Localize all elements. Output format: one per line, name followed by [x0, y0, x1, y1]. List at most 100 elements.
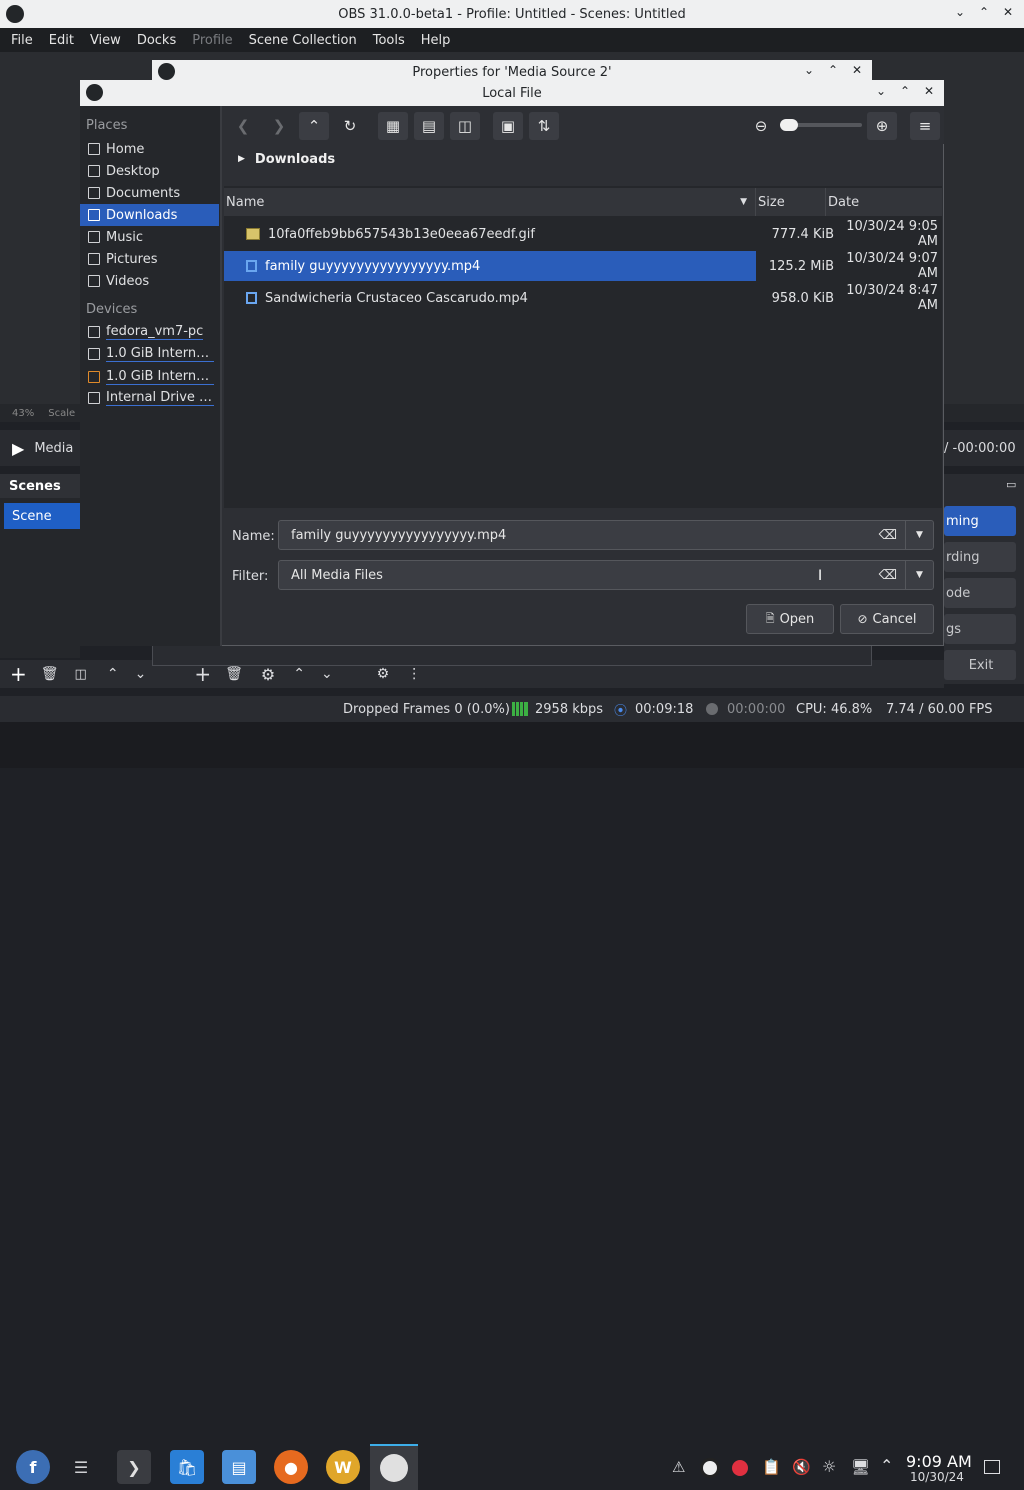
move-down-icon[interactable]: ⌄ — [135, 666, 147, 682]
source-up-icon[interactable]: ⌃ — [293, 666, 305, 682]
clock-date[interactable]: 10/30/24 — [910, 1470, 964, 1484]
menu-docks[interactable]: Docks — [126, 33, 181, 48]
breadcrumb[interactable]: ▶ Downloads — [222, 146, 944, 172]
wps-office-icon[interactable]: W — [326, 1450, 360, 1484]
name-column-header[interactable]: Name ▼ — [224, 188, 756, 216]
minimize-icon[interactable]: ⌄ — [876, 84, 886, 98]
obs-tray-icon[interactable] — [700, 1458, 720, 1478]
zoom-out-icon[interactable]: ⊖ — [746, 112, 776, 140]
minimize-icon[interactable]: ⌄ — [804, 63, 814, 77]
source-settings-icon[interactable]: ⚙ — [261, 665, 275, 684]
clock-time[interactable]: 9:09 AM — [906, 1452, 972, 1471]
play-icon[interactable]: ▶ — [12, 439, 24, 458]
file-row-selected[interactable]: family guyyyyyyyyyyyyyyyy.mp4 125.2 MiB … — [224, 251, 942, 281]
clear-icon[interactable]: ⌫ — [879, 528, 897, 543]
show-hidden-tray-icon[interactable]: ⌃ — [880, 1456, 893, 1475]
undock-icon[interactable]: ▭ — [1006, 478, 1016, 491]
menu-profile[interactable]: Profile — [181, 33, 237, 48]
start-recording-button[interactable]: rding — [944, 542, 1016, 572]
forward-icon[interactable]: ❯ — [264, 112, 294, 140]
start-streaming-button[interactable]: ming — [944, 506, 1016, 536]
cancel-button[interactable]: ⊘ Cancel — [840, 604, 934, 634]
dropdown-arrow-icon[interactable]: ▼ — [905, 521, 933, 549]
close-icon[interactable]: ✕ — [924, 84, 934, 98]
filename-input[interactable]: family guyyyyyyyyyyyyyyyy.mp4 ⌫ ▼ — [278, 520, 934, 550]
reload-icon[interactable]: ↻ — [335, 112, 365, 140]
sort-icon[interactable]: ⇅ — [529, 112, 559, 140]
device-internal-2[interactable]: 1.0 GiB Internal ... — [80, 366, 219, 388]
close-icon[interactable]: ✕ — [852, 63, 862, 77]
device-internal-drive[interactable]: Internal Drive (s... — [80, 387, 219, 409]
add-scene-icon[interactable]: + — [10, 662, 27, 686]
device-fedora[interactable]: fedora_vm7-pc — [80, 321, 219, 343]
maximize-icon[interactable]: ⌃ — [979, 5, 989, 19]
menu-view[interactable]: View — [79, 33, 126, 48]
zoom-slider-handle[interactable] — [780, 119, 798, 131]
menu-edit[interactable]: Edit — [38, 33, 79, 48]
mixer-settings-icon[interactable]: ⚙ — [377, 666, 390, 682]
studio-mode-button[interactable]: ode — [944, 578, 1016, 608]
system-settings-icon[interactable]: ☰ — [64, 1450, 98, 1484]
fedora-launcher-icon[interactable]: f — [16, 1450, 50, 1484]
remove-scene-icon[interactable]: 🗑 — [41, 666, 59, 682]
volume-muted-icon[interactable]: 🔇 — [792, 1458, 811, 1476]
place-music[interactable]: Music — [80, 226, 219, 248]
device-internal-1[interactable]: 1.0 GiB Internal ... — [80, 343, 219, 365]
icon-view-icon[interactable]: ▦ — [378, 112, 408, 140]
file-manager-icon[interactable]: ▤ — [222, 1450, 256, 1484]
size-column-header[interactable]: Size — [756, 188, 826, 216]
maximize-icon[interactable]: ⌃ — [900, 84, 910, 98]
clear-icon[interactable]: ⌫ — [879, 568, 897, 583]
date-column-header[interactable]: Date — [826, 188, 942, 216]
parent-folder-icon[interactable]: ⌃ — [299, 112, 329, 140]
menu-help[interactable]: Help — [410, 33, 456, 48]
options-icon[interactable]: ≡ — [910, 112, 940, 140]
place-desktop[interactable]: Desktop — [80, 160, 219, 182]
cpu-usage: CPU: 46.8% — [796, 701, 873, 717]
place-home[interactable]: Home — [80, 138, 219, 160]
scene-item[interactable]: Scene — [4, 503, 80, 529]
terminal-icon[interactable]: ❯ — [117, 1450, 151, 1484]
place-downloads[interactable]: Downloads — [80, 204, 219, 226]
scenes-header: Scenes — [0, 474, 80, 498]
file-row[interactable]: 10fa0ffeb9bb657543b13e0eea67eedf.gif 777… — [224, 219, 942, 249]
file-row[interactable]: Sandwicheria Crustaceo Cascarudo.mp4 958… — [224, 283, 942, 313]
filters-icon[interactable]: ◫ — [75, 667, 87, 682]
more-icon[interactable]: ⋮ — [407, 666, 421, 682]
maximize-icon[interactable]: ⌃ — [828, 63, 838, 77]
compact-view-icon[interactable]: ▤ — [414, 112, 444, 140]
dropdown-arrow-icon[interactable]: ▼ — [905, 561, 933, 589]
breadcrumb-downloads[interactable]: Downloads — [255, 152, 335, 167]
firefox-icon[interactable]: ● — [274, 1450, 308, 1484]
clipboard-icon[interactable]: 📋 — [762, 1458, 781, 1476]
obs-taskbar-item[interactable] — [370, 1444, 418, 1490]
place-videos[interactable]: Videos — [80, 270, 219, 292]
zoom-in-icon[interactable]: ⊕ — [867, 112, 897, 140]
minimize-icon[interactable]: ⌄ — [955, 5, 965, 19]
brightness-icon[interactable]: ☼ — [822, 1457, 836, 1476]
filter-select[interactable]: All Media Files ⌫ ▼ — [278, 560, 934, 590]
exit-button[interactable]: Exit — [944, 650, 1016, 680]
cancel-icon: ⊘ — [857, 612, 868, 626]
tree-view-icon[interactable]: ◫ — [450, 112, 480, 140]
settings-button[interactable]: gs — [944, 614, 1016, 644]
back-icon[interactable]: ❮ — [228, 112, 258, 140]
network-icon[interactable]: 🖥 — [851, 1458, 870, 1476]
discover-store-icon[interactable]: 🛍 — [170, 1450, 204, 1484]
record-tray-icon[interactable] — [732, 1460, 748, 1476]
open-button[interactable]: 🗎 Open — [746, 604, 834, 634]
move-up-icon[interactable]: ⌃ — [107, 666, 119, 682]
close-icon[interactable]: ✕ — [1003, 5, 1013, 19]
show-desktop-icon[interactable] — [984, 1460, 1000, 1474]
menu-scene-collection[interactable]: Scene Collection — [238, 33, 362, 48]
preview-icon[interactable]: ▣ — [493, 112, 523, 140]
place-documents[interactable]: Documents — [80, 182, 219, 204]
notifications-icon[interactable]: ⚠ — [672, 1458, 685, 1476]
menu-file[interactable]: File — [0, 33, 38, 48]
filter-label: Filter: — [232, 568, 269, 584]
place-pictures[interactable]: Pictures — [80, 248, 219, 270]
remove-source-icon[interactable]: 🗑 — [225, 666, 243, 682]
source-down-icon[interactable]: ⌄ — [321, 666, 333, 682]
zoom-slider[interactable] — [780, 119, 862, 131]
menu-tools[interactable]: Tools — [362, 33, 410, 48]
